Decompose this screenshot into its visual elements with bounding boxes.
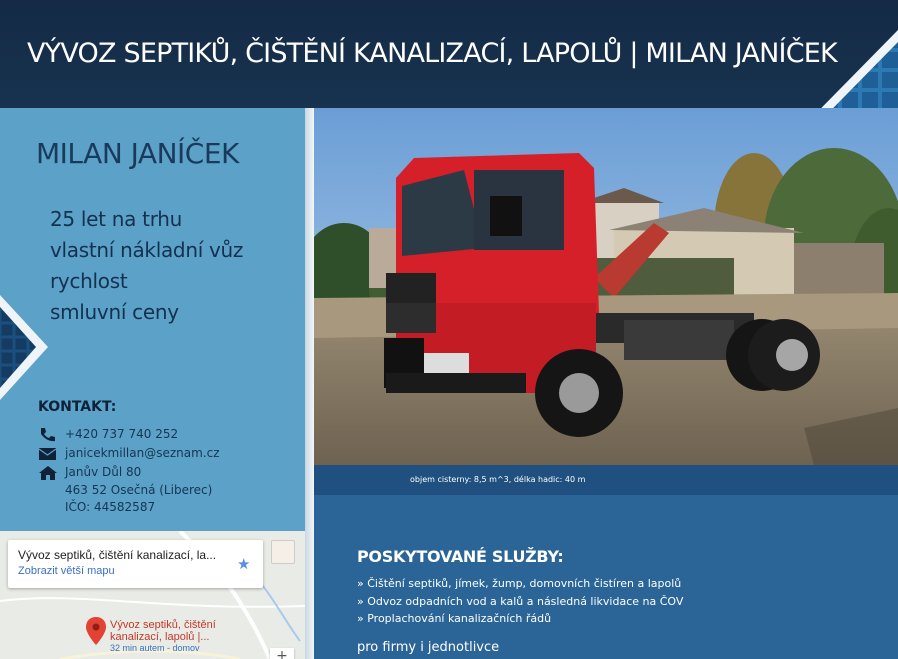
map-embed[interactable]: Vývoz septiků, čištění kanalizací, la...… [0, 531, 305, 659]
avatar[interactable] [271, 540, 295, 564]
service-item: » Čištění septiků, jímek, žump, domovníc… [357, 577, 682, 590]
service-item: » Odvoz odpadních vod a kalů a následná … [357, 594, 684, 608]
company-id: IČO: 44582587 [65, 500, 156, 514]
feature-list: 25 let na trhu vlastní nákladní vůz rych… [50, 204, 243, 328]
address-line-1: Janův Důl 80 [65, 465, 142, 479]
feature-item: 25 let na trhu [50, 207, 183, 231]
map-eta: 32 min autem - domov [110, 643, 200, 653]
truck-photo [314, 108, 898, 465]
feature-item: vlastní nákladní vůz [50, 238, 244, 262]
services-list: » Čištění septiků, jímek, žump, domovníc… [357, 575, 683, 628]
truck-image [314, 108, 898, 465]
services-note: pro firmy i jednotlivce [357, 640, 500, 655]
map-place-title: Vývoz septiků, čištění kanalizací, la... [18, 548, 217, 562]
map-pin-label-line-1: Vývoz septiků, čištění [110, 619, 216, 631]
photo-caption: objem cisterny: 8,5 m^3, délka hadic: 40… [410, 475, 586, 484]
phone-number: +420 737 740 252 [65, 427, 179, 441]
zoom-in-button[interactable]: + [270, 648, 294, 659]
address-line-2: 463 52 Osečná (Liberec) [65, 483, 213, 497]
map-pin-label[interactable]: Vývoz septiků, čištění kanalizací, lapol… [110, 619, 216, 643]
decorative-tiles-left [0, 295, 48, 400]
sidebar-divider [305, 108, 314, 659]
feature-item: rychlost [50, 269, 128, 293]
photo-caption-bar [314, 465, 898, 495]
services-title: POSKYTOVANÉ SLUŽBY: [357, 547, 564, 566]
email-address: janicekmillan@seznam.cz [65, 446, 220, 460]
home-icon [39, 466, 57, 480]
site-header: VÝVOZ SEPTIKŮ, ČIŠTĚNÍ KANALIZACÍ, LAPOL… [0, 0, 898, 108]
owner-name: MILAN JANÍČEK [36, 137, 239, 170]
contact-title: KONTAKT: [38, 399, 117, 415]
map-pin-label-line-2: kanalizací, lapolů |... [110, 631, 210, 643]
service-item: » Proplachování kanalizačních řádů [357, 612, 552, 625]
view-larger-map-link[interactable]: Zobrazit větší mapu [18, 565, 115, 577]
map-info-card: Vývoz septiků, čištění kanalizací, la...… [8, 540, 263, 588]
phone-icon [41, 428, 55, 442]
feature-item: smluvní ceny [50, 300, 179, 324]
star-icon[interactable]: ★ [237, 555, 250, 573]
email-icon [38, 448, 57, 460]
site-title: VÝVOZ SEPTIKŮ, ČIŠTĚNÍ KANALIZACÍ, LAPOL… [27, 38, 838, 69]
map-pin-icon[interactable] [86, 617, 106, 645]
